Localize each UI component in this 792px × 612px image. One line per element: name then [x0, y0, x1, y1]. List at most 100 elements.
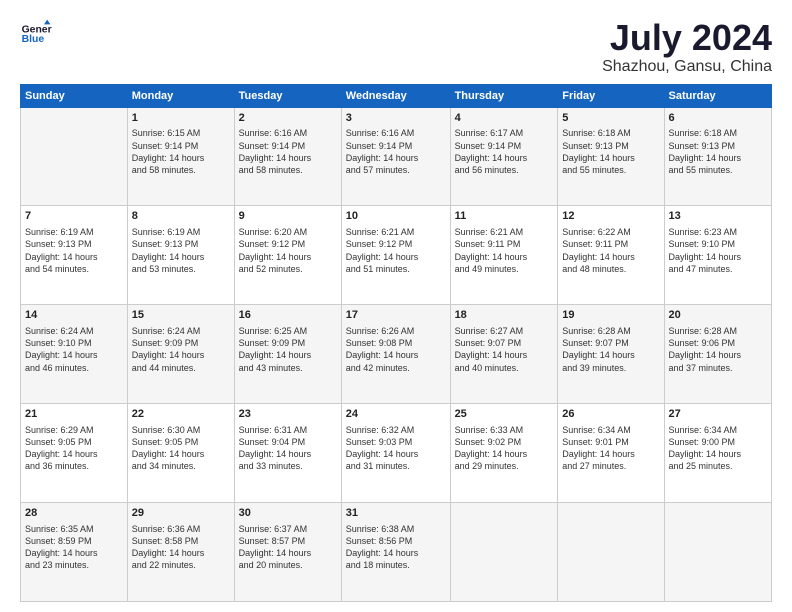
weekday-monday: Monday: [127, 84, 234, 107]
cell-text: Daylight: 14 hours: [346, 448, 446, 460]
calendar-cell: [21, 107, 128, 206]
cell-text: and 34 minutes.: [132, 460, 230, 472]
weekday-saturday: Saturday: [664, 84, 771, 107]
calendar-cell: 30Sunrise: 6:37 AMSunset: 8:57 PMDayligh…: [234, 503, 341, 602]
weekday-tuesday: Tuesday: [234, 84, 341, 107]
cell-text: Daylight: 14 hours: [455, 349, 554, 361]
calendar-table: SundayMondayTuesdayWednesdayThursdayFrid…: [20, 84, 772, 602]
cell-text: Daylight: 14 hours: [346, 251, 446, 263]
calendar-cell: [450, 503, 558, 602]
day-number: 3: [346, 111, 446, 126]
cell-text: Sunset: 9:13 PM: [25, 238, 123, 250]
calendar-cell: 9Sunrise: 6:20 AMSunset: 9:12 PMDaylight…: [234, 206, 341, 305]
week-row-2: 7Sunrise: 6:19 AMSunset: 9:13 PMDaylight…: [21, 206, 772, 305]
calendar-cell: 15Sunrise: 6:24 AMSunset: 9:09 PMDayligh…: [127, 305, 234, 404]
cell-text: Sunrise: 6:34 AM: [669, 424, 767, 436]
cell-text: Sunset: 9:12 PM: [239, 238, 337, 250]
cell-text: Sunrise: 6:21 AM: [455, 226, 554, 238]
weekday-friday: Friday: [558, 84, 664, 107]
cell-text: and 51 minutes.: [346, 263, 446, 275]
calendar-cell: 28Sunrise: 6:35 AMSunset: 8:59 PMDayligh…: [21, 503, 128, 602]
weekday-thursday: Thursday: [450, 84, 558, 107]
calendar-cell: 1Sunrise: 6:15 AMSunset: 9:14 PMDaylight…: [127, 107, 234, 206]
calendar-cell: 11Sunrise: 6:21 AMSunset: 9:11 PMDayligh…: [450, 206, 558, 305]
cell-text: Daylight: 14 hours: [25, 349, 123, 361]
cell-text: Sunset: 9:10 PM: [669, 238, 767, 250]
cell-text: Daylight: 14 hours: [562, 251, 659, 263]
cell-text: Sunset: 9:07 PM: [455, 337, 554, 349]
day-number: 22: [132, 407, 230, 422]
cell-text: Sunrise: 6:38 AM: [346, 523, 446, 535]
weekday-wednesday: Wednesday: [341, 84, 450, 107]
calendar-cell: 22Sunrise: 6:30 AMSunset: 9:05 PMDayligh…: [127, 404, 234, 503]
header: General Blue July 2024 Shazhou, Gansu, C…: [20, 18, 772, 76]
cell-text: Sunset: 9:14 PM: [132, 140, 230, 152]
cell-text: and 39 minutes.: [562, 362, 659, 374]
week-row-3: 14Sunrise: 6:24 AMSunset: 9:10 PMDayligh…: [21, 305, 772, 404]
cell-text: and 33 minutes.: [239, 460, 337, 472]
cell-text: Sunrise: 6:28 AM: [669, 325, 767, 337]
cell-text: Sunrise: 6:16 AM: [346, 127, 446, 139]
cell-text: Sunset: 9:12 PM: [346, 238, 446, 250]
cell-text: Sunset: 8:56 PM: [346, 535, 446, 547]
calendar-cell: 25Sunrise: 6:33 AMSunset: 9:02 PMDayligh…: [450, 404, 558, 503]
cell-text: Sunrise: 6:25 AM: [239, 325, 337, 337]
cell-text: Sunrise: 6:15 AM: [132, 127, 230, 139]
cell-text: Sunset: 8:59 PM: [25, 535, 123, 547]
calendar-cell: 12Sunrise: 6:22 AMSunset: 9:11 PMDayligh…: [558, 206, 664, 305]
day-number: 11: [455, 209, 554, 224]
cell-text: Daylight: 14 hours: [239, 448, 337, 460]
calendar-cell: 6Sunrise: 6:18 AMSunset: 9:13 PMDaylight…: [664, 107, 771, 206]
sub-title: Shazhou, Gansu, China: [602, 58, 772, 76]
cell-text: Sunrise: 6:35 AM: [25, 523, 123, 535]
day-number: 13: [669, 209, 767, 224]
cell-text: and 46 minutes.: [25, 362, 123, 374]
cell-text: Sunset: 9:14 PM: [346, 140, 446, 152]
cell-text: and 53 minutes.: [132, 263, 230, 275]
cell-text: and 44 minutes.: [132, 362, 230, 374]
weekday-header-row: SundayMondayTuesdayWednesdayThursdayFrid…: [21, 84, 772, 107]
cell-text: Sunset: 9:07 PM: [562, 337, 659, 349]
day-number: 4: [455, 111, 554, 126]
title-block: July 2024 Shazhou, Gansu, China: [602, 18, 772, 76]
calendar-cell: 14Sunrise: 6:24 AMSunset: 9:10 PMDayligh…: [21, 305, 128, 404]
calendar-cell: 18Sunrise: 6:27 AMSunset: 9:07 PMDayligh…: [450, 305, 558, 404]
day-number: 5: [562, 111, 659, 126]
cell-text: and 36 minutes.: [25, 460, 123, 472]
cell-text: Sunset: 9:08 PM: [346, 337, 446, 349]
day-number: 24: [346, 407, 446, 422]
cell-text: and 18 minutes.: [346, 559, 446, 571]
cell-text: and 47 minutes.: [669, 263, 767, 275]
cell-text: and 48 minutes.: [562, 263, 659, 275]
cell-text: Sunrise: 6:20 AM: [239, 226, 337, 238]
cell-text: and 20 minutes.: [239, 559, 337, 571]
day-number: 9: [239, 209, 337, 224]
cell-text: Sunset: 9:13 PM: [669, 140, 767, 152]
cell-text: Sunrise: 6:19 AM: [25, 226, 123, 238]
cell-text: and 25 minutes.: [669, 460, 767, 472]
cell-text: Daylight: 14 hours: [562, 152, 659, 164]
calendar-cell: 7Sunrise: 6:19 AMSunset: 9:13 PMDaylight…: [21, 206, 128, 305]
cell-text: Sunset: 9:14 PM: [455, 140, 554, 152]
cell-text: Sunrise: 6:29 AM: [25, 424, 123, 436]
cell-text: Sunset: 9:03 PM: [346, 436, 446, 448]
calendar-cell: 26Sunrise: 6:34 AMSunset: 9:01 PMDayligh…: [558, 404, 664, 503]
cell-text: and 55 minutes.: [562, 164, 659, 176]
day-number: 15: [132, 308, 230, 323]
cell-text: Sunrise: 6:31 AM: [239, 424, 337, 436]
week-row-5: 28Sunrise: 6:35 AMSunset: 8:59 PMDayligh…: [21, 503, 772, 602]
cell-text: and 27 minutes.: [562, 460, 659, 472]
cell-text: Sunset: 9:05 PM: [132, 436, 230, 448]
cell-text: Sunset: 9:05 PM: [25, 436, 123, 448]
cell-text: Sunrise: 6:26 AM: [346, 325, 446, 337]
cell-text: Sunrise: 6:21 AM: [346, 226, 446, 238]
cell-text: Sunset: 9:13 PM: [132, 238, 230, 250]
cell-text: Sunset: 9:04 PM: [239, 436, 337, 448]
cell-text: Daylight: 14 hours: [25, 251, 123, 263]
cell-text: Daylight: 14 hours: [669, 152, 767, 164]
calendar-cell: 2Sunrise: 6:16 AMSunset: 9:14 PMDaylight…: [234, 107, 341, 206]
cell-text: Sunrise: 6:30 AM: [132, 424, 230, 436]
day-number: 20: [669, 308, 767, 323]
cell-text: Sunrise: 6:17 AM: [455, 127, 554, 139]
weekday-sunday: Sunday: [21, 84, 128, 107]
